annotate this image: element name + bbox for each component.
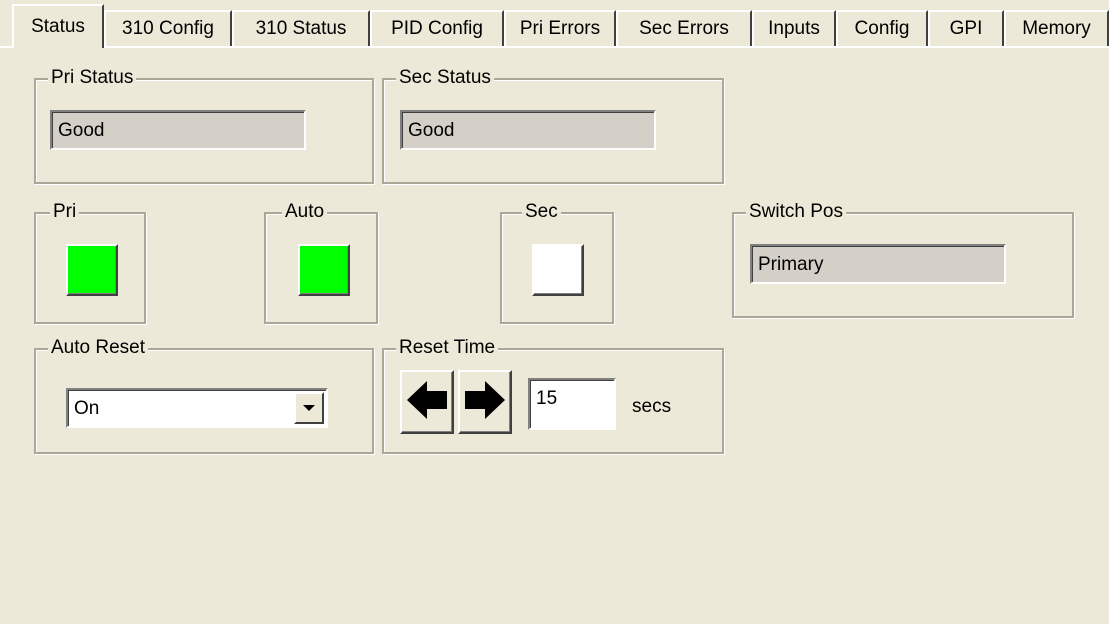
tab-310-config[interactable]: 310 Config xyxy=(104,10,232,46)
pri-status-field: Good xyxy=(50,110,306,150)
switch-pos-label: Switch Pos xyxy=(746,200,846,224)
auto-reset-group: Auto Reset On xyxy=(34,336,374,454)
sec-indicator-label: Sec xyxy=(522,200,561,224)
tab-memory[interactable]: Memory xyxy=(1004,10,1109,46)
tab-label: Memory xyxy=(1022,18,1091,39)
tab-sec-errors[interactable]: Sec Errors xyxy=(616,10,752,46)
chevron-down-icon[interactable] xyxy=(294,392,324,424)
sec-status-label: Sec Status xyxy=(396,66,494,90)
pri-status-group: Pri Status Good xyxy=(34,66,374,184)
pri-indicator-label: Pri xyxy=(50,200,80,224)
tab-label: GPI xyxy=(949,18,983,39)
reset-time-unit: secs xyxy=(632,396,672,417)
auto-reset-selected: On xyxy=(74,398,100,419)
tab-pid-config[interactable]: PID Config xyxy=(370,10,504,46)
tab-label: Status xyxy=(31,16,85,37)
tab-gpi[interactable]: GPI xyxy=(928,10,1004,46)
reset-time-group: Reset Time 15 secs xyxy=(382,336,724,454)
switch-pos-group: Switch Pos Primary xyxy=(732,200,1074,318)
auto-reset-label: Auto Reset xyxy=(48,336,148,360)
pri-status-label: Pri Status xyxy=(48,66,137,90)
decrease-button[interactable] xyxy=(400,370,454,434)
tab-strip: Status 310 Config 310 Status PID Config … xyxy=(0,0,1109,48)
tab-label: Pri Errors xyxy=(519,18,601,39)
pri-indicator-group: Pri xyxy=(34,200,146,324)
auto-indicator xyxy=(298,244,350,296)
reset-time-label: Reset Time xyxy=(396,336,499,360)
sec-indicator xyxy=(532,244,584,296)
tab-label: 310 Config xyxy=(122,18,214,39)
tab-label: Config xyxy=(854,18,910,39)
tab-label: Inputs xyxy=(768,18,820,39)
sec-status-field: Good xyxy=(400,110,656,150)
tab-label: Sec Errors xyxy=(639,18,729,39)
auto-reset-dropdown[interactable]: On xyxy=(66,388,328,428)
tab-pri-errors[interactable]: Pri Errors xyxy=(504,10,616,46)
sec-indicator-group: Sec xyxy=(500,200,614,324)
switch-pos-field: Primary xyxy=(750,244,1006,284)
tab-config[interactable]: Config xyxy=(836,10,928,46)
tab-label: 310 Status xyxy=(255,18,347,39)
auto-indicator-group: Auto xyxy=(264,200,378,324)
reset-time-input[interactable]: 15 xyxy=(528,378,616,430)
tab-label: PID Config xyxy=(391,18,483,39)
left-arrow-icon xyxy=(405,378,449,427)
pri-indicator xyxy=(66,244,118,296)
tab-inputs[interactable]: Inputs xyxy=(752,10,836,46)
sec-status-group: Sec Status Good xyxy=(382,66,724,184)
increase-button[interactable] xyxy=(458,370,512,434)
tab-310-status[interactable]: 310 Status xyxy=(232,10,370,46)
right-arrow-icon xyxy=(463,378,507,427)
auto-indicator-label: Auto xyxy=(282,200,328,224)
tab-status[interactable]: Status xyxy=(12,4,104,48)
status-panel: Pri Status Good Sec Status Good Pri Auto… xyxy=(0,48,1109,624)
